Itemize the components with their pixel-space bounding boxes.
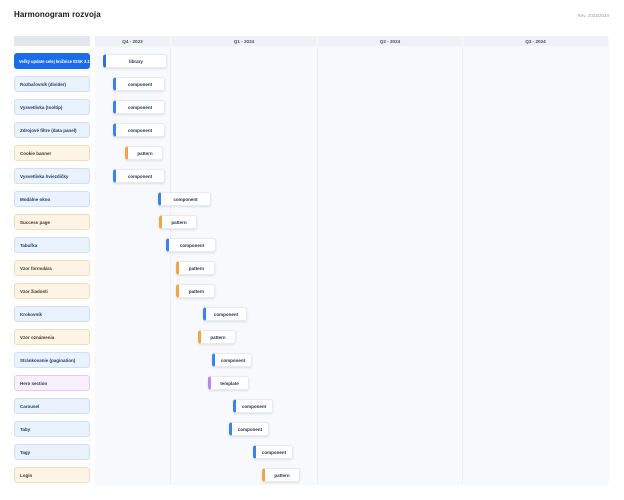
task-pill[interactable]: Login — [14, 467, 90, 483]
revision-label: Rev. 2023/2024 — [578, 13, 609, 18]
quarter-separator-line — [317, 47, 318, 485]
gantt-bar[interactable]: pattern — [176, 261, 215, 275]
task-pill[interactable]: Cookie banner — [14, 145, 90, 161]
header-corner-cell — [14, 36, 90, 46]
gantt-bar[interactable]: component — [158, 192, 211, 206]
task-pill[interactable]: Vzor oznámenia — [14, 329, 90, 345]
quarter-separator-line — [170, 47, 171, 485]
task-pill[interactable]: Tagy — [14, 444, 90, 460]
task-pill[interactable]: Stránkovanie (pagination) — [14, 352, 90, 368]
roadmap-canvas: Harmonogram rozvoja Rev. 2023/2024 Q4 - … — [0, 0, 624, 500]
quarter-header-1: Q4 - 2023 — [95, 36, 170, 46]
quarter-header-4: Q3 - 2024 — [463, 36, 608, 46]
task-pill[interactable]: Tabuľka — [14, 237, 90, 253]
gantt-bar[interactable]: component — [113, 77, 165, 91]
gantt-bar[interactable]: component — [253, 445, 293, 459]
quarter-separator-line — [462, 47, 463, 485]
gantt-bar[interactable]: component — [203, 307, 247, 321]
gantt-bar[interactable]: component — [166, 238, 216, 252]
gantt-bar[interactable]: library — [103, 54, 167, 68]
gantt-bar[interactable]: pattern — [262, 468, 300, 482]
task-pill[interactable]: Vysvetlivka hviezdičky — [14, 168, 90, 184]
task-pill[interactable]: Modálne okno — [14, 191, 90, 207]
task-pill[interactable]: Zdrojové filtre (data panel) — [14, 122, 90, 138]
task-pill[interactable]: Krokovník — [14, 306, 90, 322]
task-pill[interactable]: Carousel — [14, 398, 90, 414]
page-title: Harmonogram rozvoja — [14, 10, 101, 19]
gantt-bar[interactable]: pattern — [125, 146, 163, 160]
gantt-bar[interactable]: component — [229, 422, 269, 436]
gantt-bar[interactable]: pattern — [176, 284, 215, 298]
gantt-bar[interactable]: component — [113, 169, 165, 183]
quarter-header-2: Q1 - 2024 — [171, 36, 317, 46]
gantt-bar[interactable]: component — [233, 399, 273, 413]
gantt-bar[interactable]: pattern — [159, 215, 197, 229]
task-pill[interactable]: Vysvetlivka (tooltip) — [14, 99, 90, 115]
task-pill[interactable]: Taby — [14, 421, 90, 437]
gantt-bar[interactable]: component — [113, 123, 165, 137]
gantt-bar[interactable]: pattern — [198, 330, 236, 344]
task-pill[interactable]: Success page — [14, 214, 90, 230]
timeline-background — [95, 36, 609, 485]
task-pill[interactable]: Rozbaľovník (divider) — [14, 76, 90, 92]
task-pill[interactable]: Veľký update celej knižnice IDSK 3.1 — [14, 53, 90, 69]
gantt-bar[interactable]: component — [113, 100, 165, 114]
gantt-bar[interactable]: component — [212, 353, 252, 367]
task-pill[interactable]: Hero section — [14, 375, 90, 391]
task-pill[interactable]: Vzor formulára — [14, 260, 90, 276]
gantt-bar[interactable]: template — [208, 376, 249, 390]
quarter-header-3: Q2 - 2024 — [318, 36, 462, 46]
task-pill[interactable]: Vzor žiadosti — [14, 283, 90, 299]
